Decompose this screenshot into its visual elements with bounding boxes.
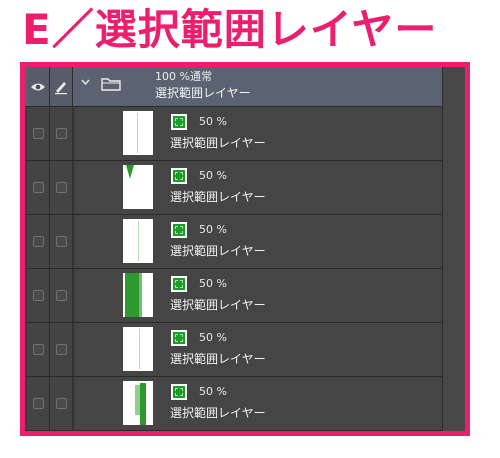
eye-icon	[31, 83, 45, 90]
folder-body[interactable]: 100 %通常 選択範囲レイヤー	[75, 67, 443, 106]
layer-row[interactable]: 50 % 選択範囲レイヤー	[25, 161, 443, 215]
checkbox-icon	[55, 236, 67, 247]
layer-row[interactable]: 50 % 選択範囲レイヤー	[25, 323, 443, 377]
layer-row[interactable]: 50 % 選択範囲レイヤー	[25, 107, 443, 161]
lock-toggle[interactable]	[50, 161, 73, 214]
layer-body[interactable]: 50 % 選択範囲レイヤー	[75, 161, 443, 214]
lock-toggle[interactable]	[50, 67, 73, 106]
layer-opacity: 50 %	[199, 385, 227, 398]
visibility-toggle[interactable]	[27, 377, 50, 430]
layer-body[interactable]: 50 % 選択範囲レイヤー	[75, 269, 443, 322]
layer-row[interactable]: 50 % 選択範囲レイヤー	[25, 269, 443, 323]
selection-mask-icon	[171, 330, 187, 346]
layer-row[interactable]: 50 % 選択範囲レイヤー	[25, 215, 443, 269]
layer-body[interactable]: 50 % 選択範囲レイヤー	[75, 215, 443, 268]
layer-name: 選択範囲レイヤー	[170, 352, 266, 366]
layer-body[interactable]: 50 % 選択範囲レイヤー	[75, 107, 443, 160]
checkbox-icon	[55, 398, 67, 409]
layer-name: 選択範囲レイヤー	[170, 136, 266, 150]
chevron-down-icon[interactable]	[81, 79, 90, 87]
checkbox-icon	[55, 290, 67, 301]
folder-icon	[101, 76, 121, 91]
layer-thumbnail	[123, 327, 153, 371]
layer-opacity: 50 %	[199, 277, 227, 290]
checkbox-icon	[32, 236, 44, 247]
highlight-frame: 100 %通常 選択範囲レイヤー 50 % 選択範囲レイヤー 50 % 選択範囲…	[20, 62, 470, 436]
layer-opacity: 50 %	[199, 331, 227, 344]
checkbox-icon	[32, 398, 44, 409]
visibility-toggle[interactable]	[27, 107, 50, 160]
lock-toggle[interactable]	[50, 377, 73, 430]
selection-mask-icon	[171, 222, 187, 238]
checkbox-icon	[32, 128, 44, 139]
layer-opacity: 50 %	[199, 223, 227, 236]
layer-body[interactable]: 50 % 選択範囲レイヤー	[75, 323, 443, 376]
selection-mask-icon	[171, 114, 187, 130]
selection-mask-icon	[171, 276, 187, 292]
pen-icon	[55, 81, 67, 94]
layer-body[interactable]: 50 % 選択範囲レイヤー	[75, 377, 443, 430]
layer-panel: 100 %通常 選択範囲レイヤー 50 % 選択範囲レイヤー 50 % 選択範囲…	[25, 67, 465, 431]
layer-thumbnail	[123, 273, 153, 317]
checkbox-icon	[55, 182, 67, 193]
folder-blend-mode: 100 %通常	[155, 70, 212, 83]
layer-name: 選択範囲レイヤー	[170, 298, 266, 312]
layer-thumbnail	[123, 219, 153, 263]
vertical-scrollbar[interactable]	[442, 67, 465, 431]
visibility-toggle[interactable]	[27, 269, 50, 322]
layer-opacity: 50 %	[199, 169, 227, 182]
checkbox-icon	[32, 344, 44, 355]
layer-thumbnail	[123, 111, 153, 155]
layer-opacity: 50 %	[199, 115, 227, 128]
visibility-toggle[interactable]	[27, 215, 50, 268]
checkbox-icon	[55, 128, 67, 139]
lock-toggle[interactable]	[50, 269, 73, 322]
page-heading: E／選択範囲レイヤー	[22, 5, 438, 54]
layer-list: 100 %通常 選択範囲レイヤー 50 % 選択範囲レイヤー 50 % 選択範囲…	[25, 67, 443, 431]
folder-name: 選択範囲レイヤー	[155, 86, 251, 100]
layer-name: 選択範囲レイヤー	[170, 190, 266, 204]
checkbox-icon	[55, 344, 67, 355]
selection-mask-icon	[171, 384, 187, 400]
layer-row[interactable]: 50 % 選択範囲レイヤー	[25, 377, 443, 431]
visibility-toggle[interactable]	[27, 323, 50, 376]
selection-mask-icon	[171, 168, 187, 184]
visibility-toggle[interactable]	[27, 161, 50, 214]
lock-toggle[interactable]	[50, 107, 73, 160]
lock-toggle[interactable]	[50, 323, 73, 376]
folder-row[interactable]: 100 %通常 選択範囲レイヤー	[25, 67, 443, 107]
checkbox-icon	[32, 182, 44, 193]
layer-name: 選択範囲レイヤー	[170, 406, 266, 420]
layer-thumbnail	[123, 165, 153, 209]
checkbox-icon	[32, 290, 44, 301]
lock-toggle[interactable]	[50, 215, 73, 268]
visibility-toggle[interactable]	[27, 67, 50, 106]
layer-name: 選択範囲レイヤー	[170, 244, 266, 258]
layer-thumbnail	[123, 381, 153, 425]
